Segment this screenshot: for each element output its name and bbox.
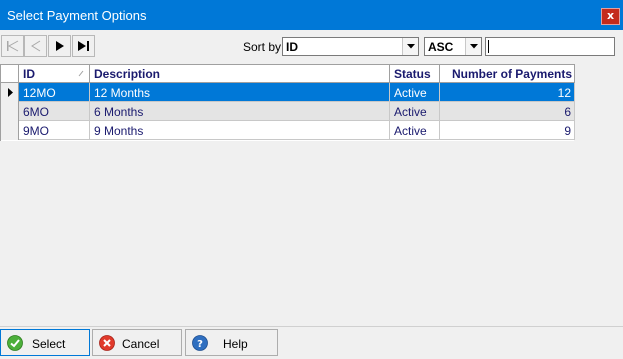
column-header-status[interactable]: Status xyxy=(390,65,440,83)
cancel-icon xyxy=(99,335,115,351)
sort-field-select[interactable]: ID xyxy=(282,37,419,56)
check-icon xyxy=(7,335,23,351)
grid-header: ID Description Status Number of Payments xyxy=(1,64,575,83)
column-header-label: ID xyxy=(23,67,35,81)
row-header[interactable] xyxy=(1,83,19,102)
column-header-id[interactable]: ID xyxy=(19,65,90,83)
cancel-button[interactable]: Cancel xyxy=(92,329,182,356)
payment-options-grid: ID Description Status Number of Payments… xyxy=(0,64,575,141)
cell-id[interactable]: 6MO xyxy=(19,102,90,121)
cell-status[interactable]: Active xyxy=(390,102,440,121)
sort-ascending-icon xyxy=(78,70,84,77)
row-header-corner xyxy=(1,65,19,83)
help-button-label: Help xyxy=(223,337,248,351)
navigation-toolbar: Sort by ID ASC xyxy=(0,34,623,59)
column-header-description[interactable]: Description xyxy=(90,65,390,83)
sort-order-select[interactable]: ASC xyxy=(424,37,482,56)
help-button[interactable]: ? Help xyxy=(185,329,278,356)
help-icon: ? xyxy=(192,335,208,351)
cell-status[interactable]: Active xyxy=(390,83,440,102)
close-button[interactable]: x xyxy=(601,8,620,25)
first-record-icon xyxy=(7,40,19,52)
previous-record-icon xyxy=(31,40,41,52)
sort-field-value: ID xyxy=(286,40,298,54)
chevron-down-icon xyxy=(402,38,418,55)
column-header-number-of-payments[interactable]: Number of Payments xyxy=(440,65,575,83)
row-header[interactable] xyxy=(1,102,19,121)
select-button[interactable]: Select xyxy=(0,329,90,356)
cell-number-of-payments[interactable]: 9 xyxy=(440,121,575,140)
svg-text:?: ? xyxy=(197,339,203,350)
cell-description[interactable]: 6 Months xyxy=(90,102,390,121)
select-button-label: Select xyxy=(32,337,66,351)
text-caret xyxy=(488,40,489,53)
filter-input[interactable] xyxy=(485,37,615,56)
current-row-indicator-icon xyxy=(8,88,13,97)
cell-id[interactable]: 12MO xyxy=(19,83,90,102)
title-bar: Select Payment Options x xyxy=(0,0,623,30)
cell-description[interactable]: 12 Months xyxy=(90,83,390,102)
table-row[interactable]: 9MO 9 Months Active 9 xyxy=(1,121,575,140)
row-header[interactable] xyxy=(1,121,19,140)
table-row[interactable]: 12MO 12 Months Active 12 xyxy=(1,83,575,102)
sort-order-value: ASC xyxy=(428,40,454,54)
last-record-icon xyxy=(78,41,89,51)
previous-record-button[interactable] xyxy=(24,35,47,57)
cell-status[interactable]: Active xyxy=(390,121,440,140)
cell-id[interactable]: 9MO xyxy=(19,121,90,140)
cancel-button-label: Cancel xyxy=(122,337,160,351)
sort-by-label: Sort by xyxy=(243,40,282,54)
cell-number-of-payments[interactable]: 6 xyxy=(440,102,575,121)
next-record-button[interactable] xyxy=(48,35,71,57)
first-record-button[interactable] xyxy=(1,35,24,57)
button-bar: Select Cancel ? Help xyxy=(0,326,623,359)
chevron-down-icon xyxy=(465,38,481,55)
last-record-button[interactable] xyxy=(72,35,95,57)
cell-number-of-payments[interactable]: 12 xyxy=(440,83,575,102)
table-row[interactable]: 6MO 6 Months Active 6 xyxy=(1,102,575,121)
next-record-icon xyxy=(56,41,64,51)
cell-description[interactable]: 9 Months xyxy=(90,121,390,140)
window-title: Select Payment Options xyxy=(7,8,147,23)
